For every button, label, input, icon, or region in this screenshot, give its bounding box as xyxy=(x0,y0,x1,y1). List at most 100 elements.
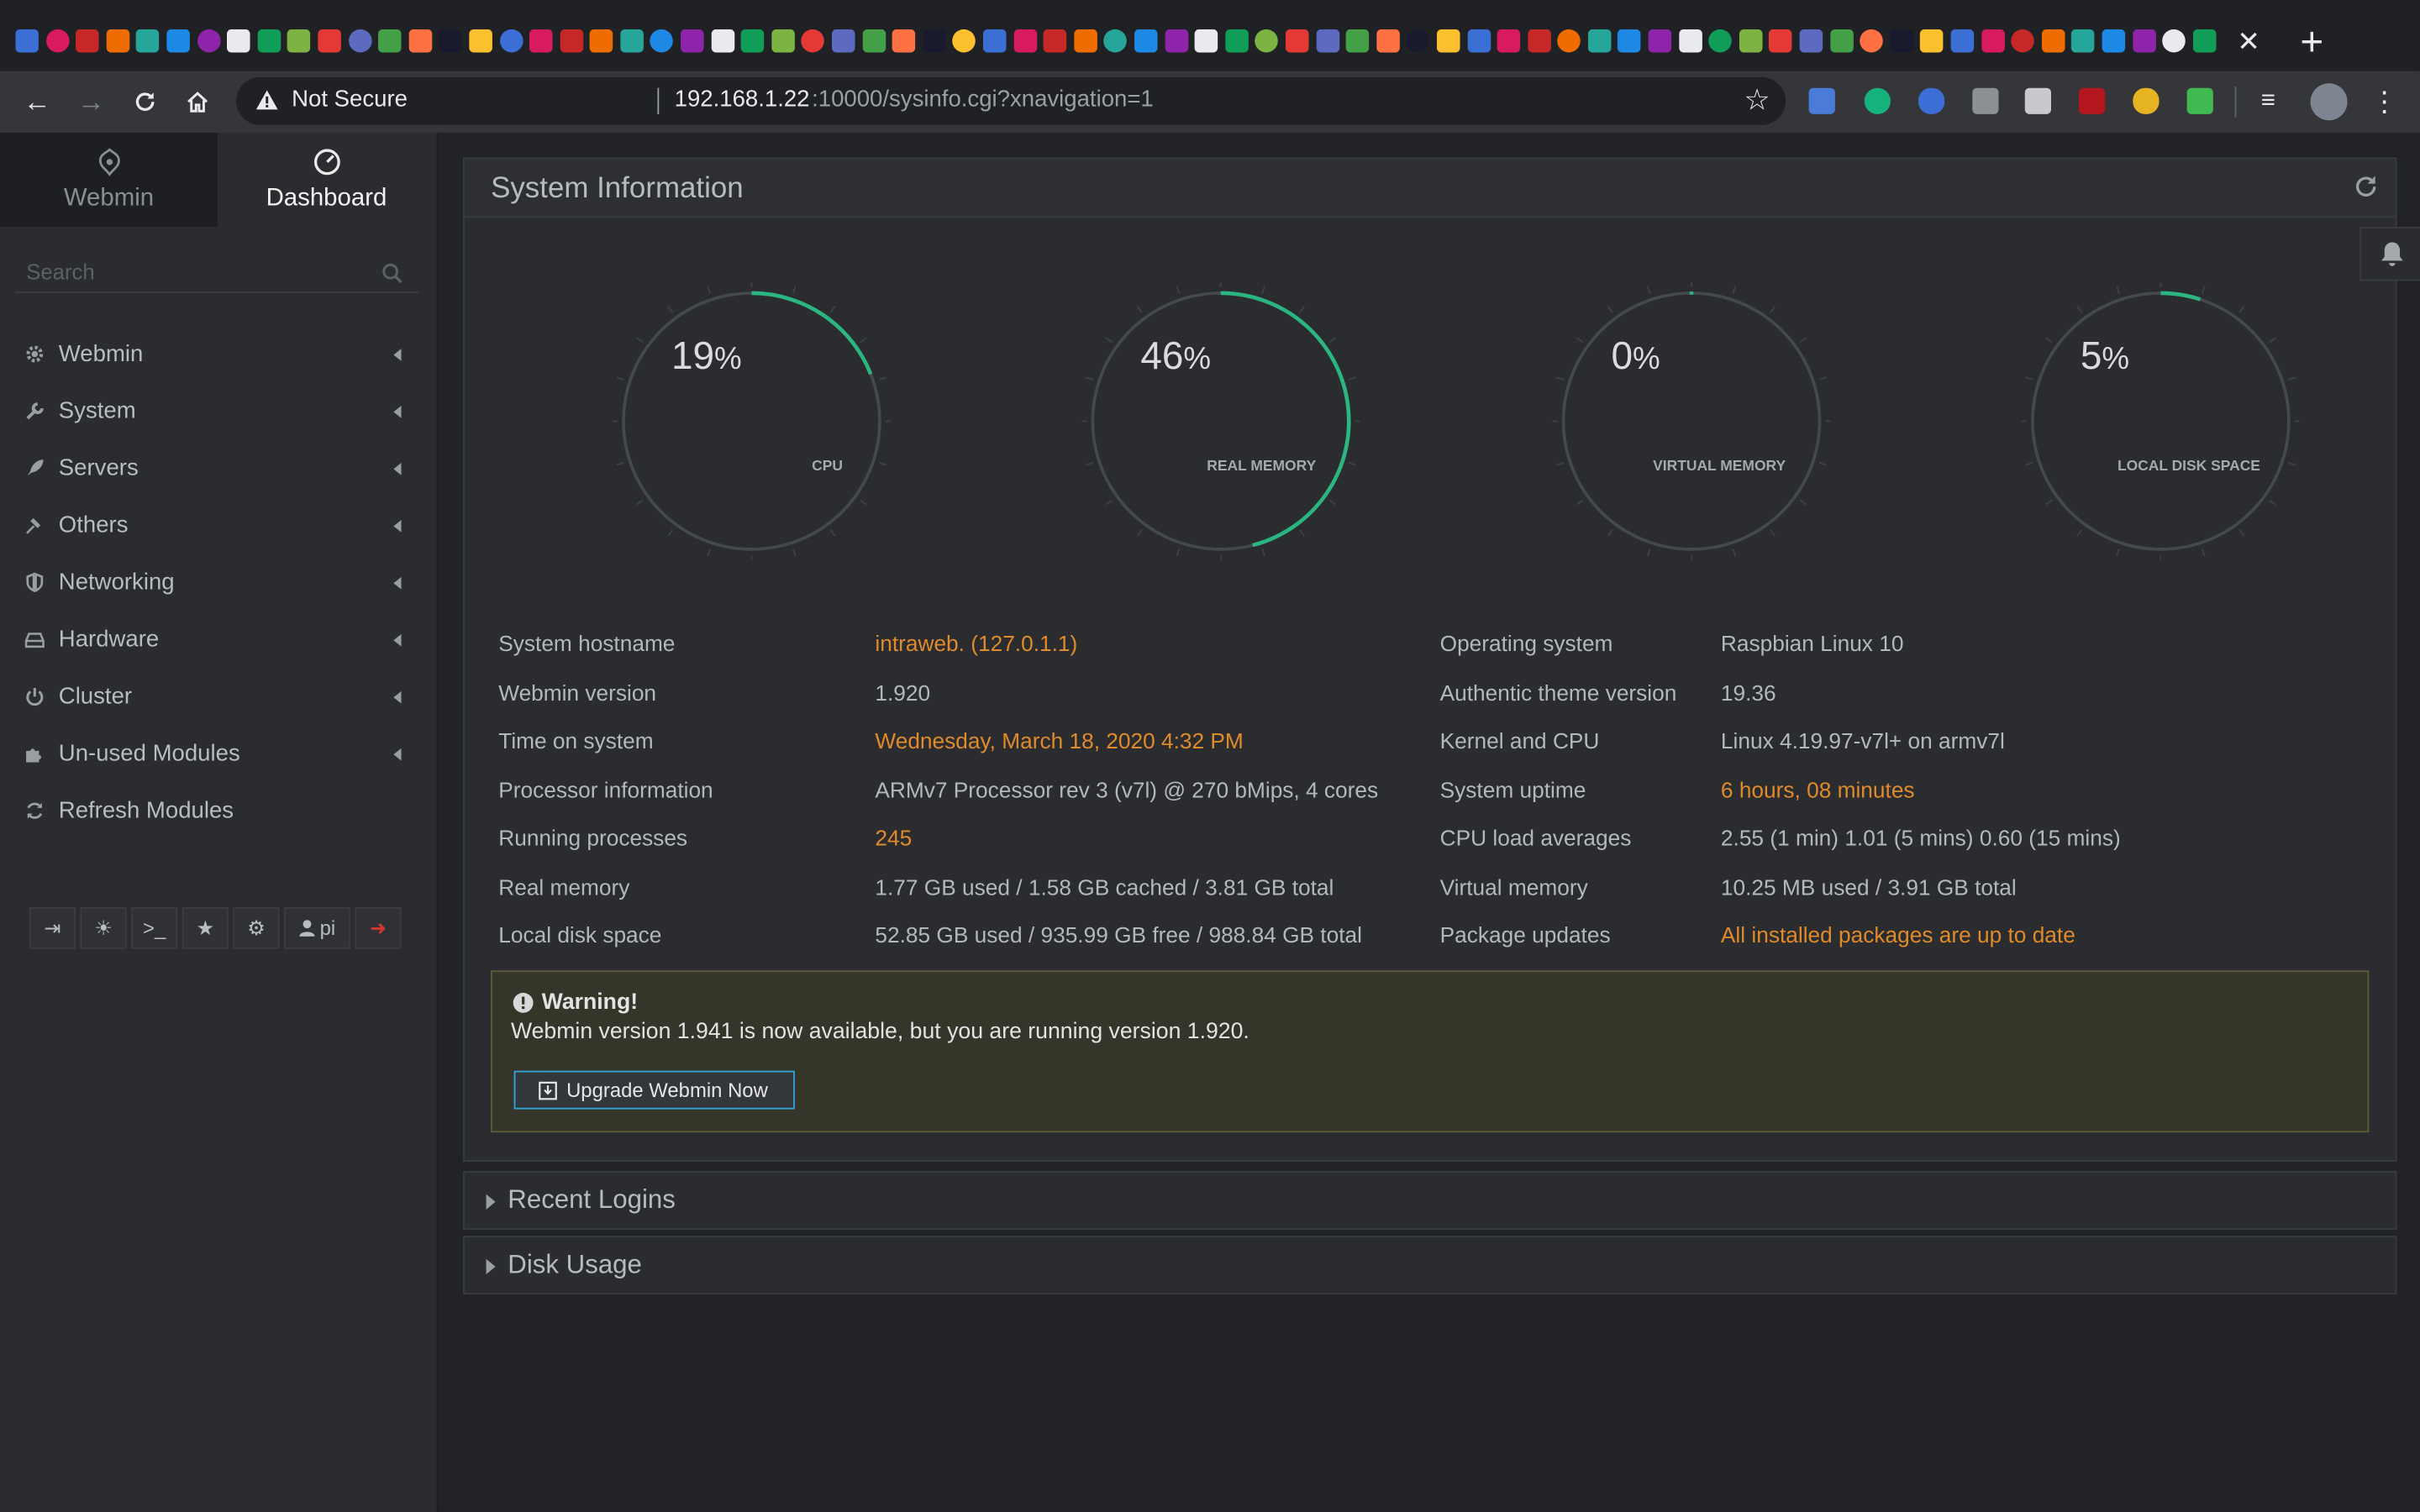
hand-extension-icon[interactable] xyxy=(2133,87,2160,114)
disk-usage-section[interactable]: Disk Usage xyxy=(463,1236,2397,1294)
tab-favicon[interactable] xyxy=(15,29,39,53)
sidebar-item-others[interactable]: Others xyxy=(0,500,437,557)
recent-logins-section[interactable]: Recent Logins xyxy=(463,1171,2397,1230)
tab-favicon[interactable] xyxy=(2071,29,2096,53)
processes-link[interactable]: 245 xyxy=(875,827,912,851)
tab-favicon[interactable] xyxy=(1799,29,1823,53)
tab-favicon[interactable] xyxy=(1164,29,1188,53)
package-updates-link[interactable]: All installed packages are up to date xyxy=(1721,924,2075,948)
notifications-button[interactable] xyxy=(2360,226,2420,281)
browser-menu-icon[interactable]: ⋮ xyxy=(2370,81,2398,123)
tab-favicon[interactable] xyxy=(1224,29,1249,53)
new-tab-button[interactable]: + xyxy=(2291,18,2332,65)
shield-extension-icon[interactable] xyxy=(1918,87,1945,114)
tab-favicon[interactable] xyxy=(802,29,825,53)
profile-avatar[interactable] xyxy=(2310,83,2348,121)
tab-favicon[interactable] xyxy=(378,29,402,53)
picture-in-picture-extension-icon[interactable] xyxy=(1972,87,1999,114)
tab-favicon[interactable] xyxy=(1103,29,1128,53)
bookmark-star-icon[interactable]: ☆ xyxy=(1744,83,1770,118)
tab-favicon[interactable] xyxy=(1285,29,1309,53)
tab-favicon[interactable] xyxy=(1345,29,1370,53)
tab-favicon[interactable] xyxy=(2132,29,2156,53)
tab-favicon[interactable] xyxy=(771,29,795,53)
media-controls-icon[interactable]: ≡ xyxy=(2261,88,2287,114)
tab-favicon[interactable] xyxy=(408,29,432,53)
tab-close-button[interactable]: ✕ xyxy=(2230,24,2267,60)
extension-icon[interactable] xyxy=(2024,87,2051,114)
hostname-link[interactable]: intraweb. (127.0.1.1) xyxy=(875,633,1077,657)
tab-favicon[interactable] xyxy=(1950,29,1975,53)
tab-favicon[interactable] xyxy=(1678,29,1702,53)
reload-icon[interactable] xyxy=(124,81,166,123)
tab-favicon[interactable] xyxy=(1557,29,1581,53)
tab-favicon[interactable] xyxy=(136,29,160,53)
tab-favicon[interactable] xyxy=(76,29,99,53)
tab-favicon[interactable] xyxy=(1406,29,1430,53)
tab-favicon[interactable] xyxy=(1436,29,1460,53)
tab-favicon[interactable] xyxy=(348,29,371,53)
tab-favicon[interactable] xyxy=(1860,29,1884,53)
home-icon[interactable] xyxy=(176,81,218,123)
tab-favicon[interactable] xyxy=(1194,29,1218,53)
tab-favicon[interactable] xyxy=(1043,29,1067,53)
extension-icon[interactable] xyxy=(2186,87,2213,114)
tab-favicon[interactable] xyxy=(257,29,281,53)
tab-favicon[interactable] xyxy=(287,29,311,53)
tab-favicon[interactable] xyxy=(923,29,946,53)
tab-favicon[interactable] xyxy=(1739,29,1763,53)
sidebar-item-webmin[interactable]: Webmin xyxy=(0,328,437,386)
tab-favicon[interactable] xyxy=(1255,29,1279,53)
forward-icon[interactable]: → xyxy=(70,81,113,123)
tab-favicon[interactable] xyxy=(982,29,1007,53)
tab-webmin[interactable]: Webmin xyxy=(0,132,218,227)
user-button[interactable]: pi xyxy=(283,906,350,949)
tab-favicon[interactable] xyxy=(862,29,886,53)
tab-favicon[interactable] xyxy=(711,29,734,53)
tab-favicon[interactable] xyxy=(1708,29,1733,53)
tab-favicon[interactable] xyxy=(832,29,855,53)
tab-favicon[interactable] xyxy=(2041,29,2065,53)
tab-favicon[interactable] xyxy=(1376,29,1400,53)
tab-favicon[interactable] xyxy=(106,29,129,53)
tab-favicon[interactable] xyxy=(590,29,613,53)
back-icon[interactable]: ← xyxy=(15,81,58,123)
tab-favicon[interactable] xyxy=(1618,29,1642,53)
toggle-sidebar-icon[interactable]: ⇥ xyxy=(29,906,76,949)
tab-favicon[interactable] xyxy=(1829,29,1854,53)
tab-favicon[interactable] xyxy=(1648,29,1672,53)
sidebar-item-hardware[interactable]: Hardware xyxy=(0,614,437,671)
panel-refresh-icon[interactable] xyxy=(2352,173,2380,201)
tab-favicon[interactable] xyxy=(952,29,976,53)
tab-favicon[interactable] xyxy=(318,29,341,53)
search-input[interactable] xyxy=(15,253,355,291)
tab-favicon[interactable] xyxy=(560,29,583,53)
sidebar-item-networking[interactable]: Networking xyxy=(0,557,437,614)
tab-favicon[interactable] xyxy=(1073,29,1097,53)
tab-favicon[interactable] xyxy=(620,29,644,53)
upgrade-webmin-button[interactable]: Upgrade Webmin Now xyxy=(513,1070,795,1110)
logout-icon[interactable]: ➜ xyxy=(355,906,402,949)
settings-gears-icon[interactable]: ⚙ xyxy=(233,906,280,949)
tab-favicon[interactable] xyxy=(45,29,69,53)
tab-favicon[interactable] xyxy=(1769,29,1793,53)
tab-favicon[interactable] xyxy=(2011,29,2035,53)
favorites-star-icon[interactable]: ★ xyxy=(182,906,229,949)
tab-favicon[interactable] xyxy=(166,29,190,53)
tab-dashboard[interactable]: Dashboard xyxy=(217,132,435,227)
tab-favicon[interactable] xyxy=(1920,29,1944,53)
tab-favicon[interactable] xyxy=(2192,29,2217,53)
tab-favicon[interactable] xyxy=(650,29,674,53)
tab-favicon[interactable] xyxy=(1466,29,1491,53)
tab-favicon[interactable] xyxy=(1890,29,1914,53)
sidebar-item-unused-modules[interactable]: Un-used Modules xyxy=(0,728,437,785)
tab-favicon[interactable] xyxy=(469,29,492,53)
time-link[interactable]: Wednesday, March 18, 2020 4:32 PM xyxy=(875,730,1243,754)
tab-favicon[interactable] xyxy=(227,29,250,53)
address-bar[interactable]: Not Secure 192.168.1.22 :10000/sysinfo.c… xyxy=(236,76,1786,125)
tab-favicon[interactable] xyxy=(1013,29,1037,53)
sidebar-item-servers[interactable]: Servers xyxy=(0,443,437,500)
tab-favicon[interactable] xyxy=(1315,29,1339,53)
uptime-link[interactable]: 6 hours, 08 minutes xyxy=(1721,780,1915,804)
sidebar-item-refresh-modules[interactable]: Refresh Modules xyxy=(0,785,437,843)
